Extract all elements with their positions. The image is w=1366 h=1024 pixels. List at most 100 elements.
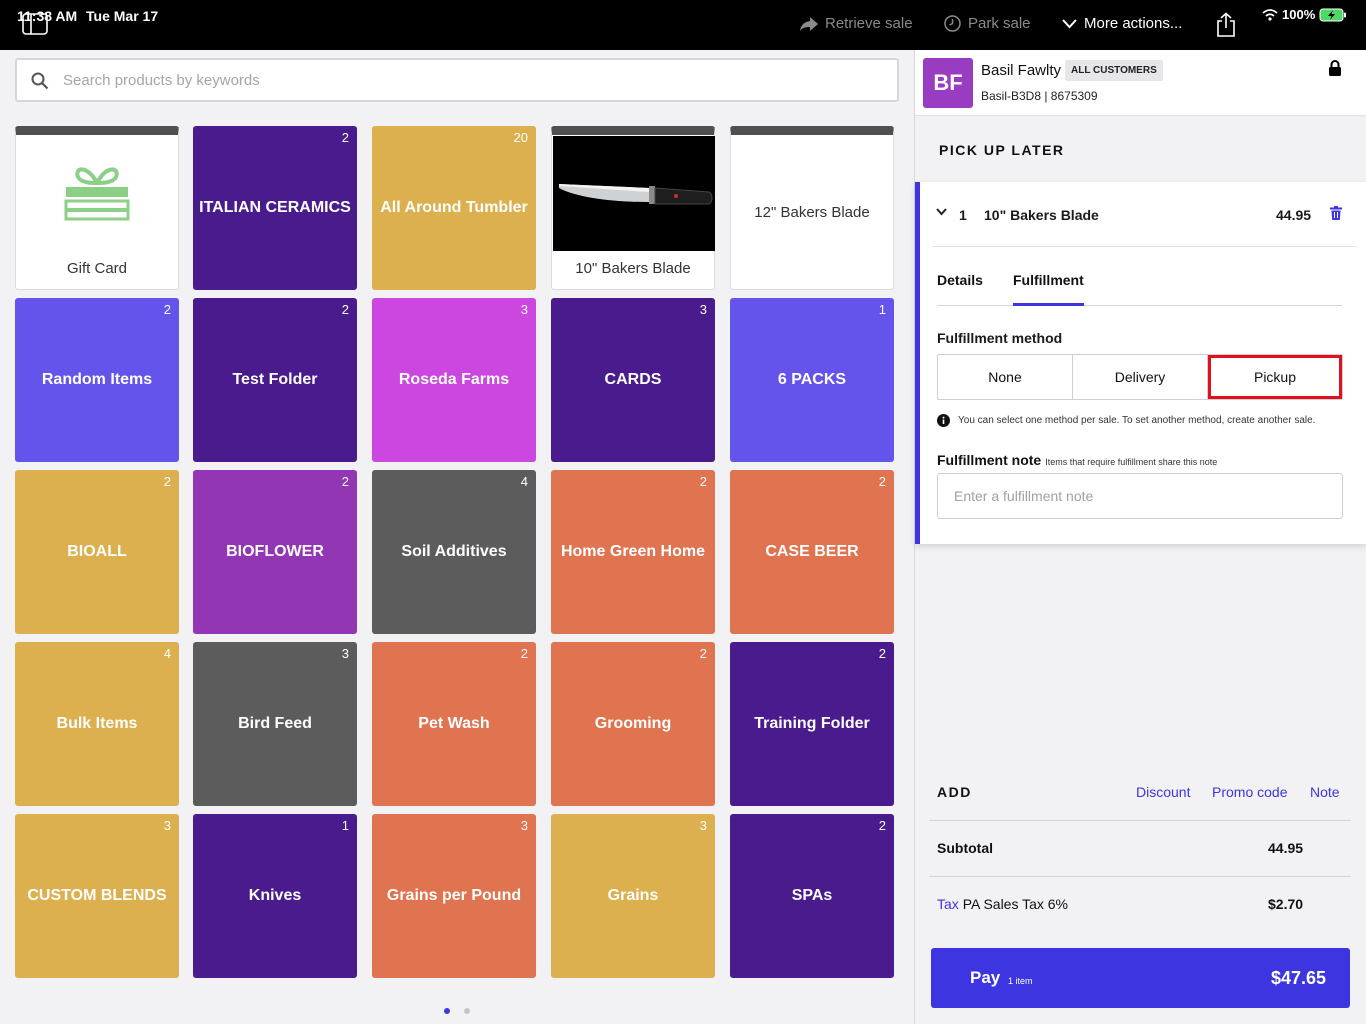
item-count-badge: 3 (341, 646, 349, 661)
product-tile-label: Home Green Home (560, 543, 706, 560)
product-tile[interactable]: Grains per Pound 3 (372, 814, 536, 978)
item-count-badge: 2 (341, 302, 349, 317)
item-count-badge: 4 (163, 646, 171, 661)
product-tile[interactable]: Roseda Farms 3 (372, 298, 536, 462)
product-tile[interactable]: 6 PACKS 1 (730, 298, 894, 462)
more-actions-label: More actions... (1084, 15, 1183, 32)
retrieve-sale-label: Retrieve sale (825, 15, 913, 32)
product-tile-label: BIOALL (67, 543, 127, 560)
lock-icon[interactable] (1328, 60, 1342, 77)
avatar: BF (923, 58, 973, 108)
share-icon[interactable] (1214, 12, 1238, 38)
product-tile[interactable]: Training Folder 2 (730, 642, 894, 806)
customer-header[interactable]: BF Basil Fawlty ALL CUSTOMERS Basil-B3D8… (915, 50, 1366, 116)
product-tile[interactable]: Home Green Home 2 (551, 470, 715, 634)
note-hint: Items that require fulfillment share thi… (1045, 457, 1218, 467)
product-tile-label: Soil Additives (401, 543, 507, 560)
item-count-badge: 2 (341, 130, 349, 145)
product-tile-label: Gift Card (66, 260, 127, 277)
product-tile[interactable]: Pet Wash 2 (372, 642, 536, 806)
item-count-badge: 2 (520, 646, 528, 661)
system-status: 100% (1262, 7, 1347, 22)
chevron-down-icon (1062, 18, 1077, 28)
knife-icon (559, 184, 713, 205)
park-sale-button[interactable]: Park sale (944, 15, 1031, 32)
product-tile-label: SPAs (791, 887, 833, 904)
product-tile[interactable]: ITALIAN CERAMICS 2 (193, 126, 357, 290)
wifi-icon (1262, 8, 1278, 21)
status-time: 11:38 AM (17, 8, 78, 24)
search-icon (31, 72, 49, 90)
product-tile-label: Bird Feed (238, 715, 312, 732)
item-count-badge: 20 (513, 130, 528, 145)
promo-code-link[interactable]: Promo code (1212, 784, 1287, 800)
product-tile-label: 6 PACKS (777, 371, 847, 388)
more-actions-button[interactable]: More actions... (1062, 15, 1182, 32)
line-item-card: 1 10" Bakers Blade 44.95 Details Fulfill… (915, 182, 1366, 544)
product-tile-label: Test Folder (232, 371, 318, 388)
product-tile[interactable]: Bulk Items 4 (15, 642, 179, 806)
line-item[interactable]: 1 10" Bakers Blade 44.95 (920, 182, 1366, 246)
discount-link[interactable]: Discount (1136, 784, 1190, 800)
battery-charging-icon (1319, 8, 1347, 21)
product-tile[interactable]: Bird Feed 3 (193, 642, 357, 806)
method-pickup-button[interactable]: Pickup (1208, 355, 1342, 399)
info-text: You can select one method per sale. To s… (958, 415, 1316, 426)
search-input[interactable] (63, 60, 883, 100)
retrieve-sale-button[interactable]: Retrieve sale (800, 15, 913, 32)
product-tile-label: Grains per Pound (386, 887, 522, 904)
gift-icon (64, 167, 130, 221)
subtotal-label: Subtotal (937, 840, 993, 856)
tab-details[interactable]: Details (937, 272, 983, 298)
product-tile[interactable]: Random Items 2 (15, 298, 179, 462)
item-count-badge: 2 (163, 302, 171, 317)
product-tile[interactable]: CUSTOM BLENDS 3 (15, 814, 179, 978)
trash-icon[interactable] (1330, 206, 1342, 220)
item-count-badge: 1 (878, 302, 886, 317)
tab-fulfillment[interactable]: Fulfillment (1013, 272, 1084, 306)
product-tile-label: Roseda Farms (398, 371, 510, 388)
search-bar (15, 58, 899, 102)
product-tile[interactable]: CASE BEER 2 (730, 470, 894, 634)
customer-group-badge: ALL CUSTOMERS (1065, 60, 1163, 81)
top-bar: 11:38 AM Tue Mar 17 Retrieve sale Park s… (0, 0, 1366, 50)
product-tile[interactable]: 12" Bakers Blade (730, 126, 894, 290)
product-tile[interactable]: Soil Additives 4 (372, 470, 536, 634)
tax-row: Tax PA Sales Tax 6% (937, 896, 1068, 912)
product-tile[interactable]: 10" Bakers Blade (551, 126, 715, 290)
product-tile-label: CARDS (604, 371, 662, 388)
info-icon (937, 414, 950, 427)
product-tile[interactable]: Grains 3 (551, 814, 715, 978)
page-indicator[interactable] (444, 1008, 470, 1014)
product-tile-label: Training Folder (754, 715, 870, 732)
product-tile[interactable]: Test Folder 2 (193, 298, 357, 462)
product-tile[interactable]: BIOALL 2 (15, 470, 179, 634)
chevron-down-icon[interactable] (936, 208, 947, 216)
page-dot-active (444, 1008, 450, 1014)
pay-item-count: 1 item (1008, 976, 1033, 986)
pay-button[interactable]: Pay 1 item $47.65 (931, 948, 1350, 1008)
product-tile-label: Grooming (594, 715, 672, 732)
fulfillment-note-label: Fulfillment note Items that require fulfi… (937, 452, 1217, 468)
fulfillment-note-input[interactable] (937, 473, 1343, 519)
product-tile[interactable]: Gift Card (15, 126, 179, 290)
method-delivery-button[interactable]: Delivery (1073, 355, 1208, 399)
product-tile[interactable]: BIOFLOWER 2 (193, 470, 357, 634)
product-tile-label: Pet Wash (418, 715, 490, 732)
product-tile[interactable]: SPAs 2 (730, 814, 894, 978)
product-grid: Gift Card ITALIAN CERAMICS 2 All Around Tum… (15, 126, 895, 978)
product-tile[interactable]: Knives 1 (193, 814, 357, 978)
product-tile[interactable]: Grooming 2 (551, 642, 715, 806)
product-tile-label: All Around Tumbler (380, 199, 528, 216)
item-count-badge: 2 (878, 818, 886, 833)
note-link[interactable]: Note (1310, 784, 1340, 800)
method-none-button[interactable]: None (938, 355, 1073, 399)
pay-total: $47.65 (1270, 968, 1326, 988)
product-tile[interactable]: All Around Tumbler 20 (372, 126, 536, 290)
divider (929, 820, 1351, 821)
product-tile-label: Grains (607, 887, 659, 904)
item-count-badge: 3 (699, 818, 707, 833)
product-tile[interactable]: CARDS 3 (551, 298, 715, 462)
park-sale-label: Park sale (968, 15, 1031, 32)
tax-link[interactable]: Tax (937, 896, 959, 912)
